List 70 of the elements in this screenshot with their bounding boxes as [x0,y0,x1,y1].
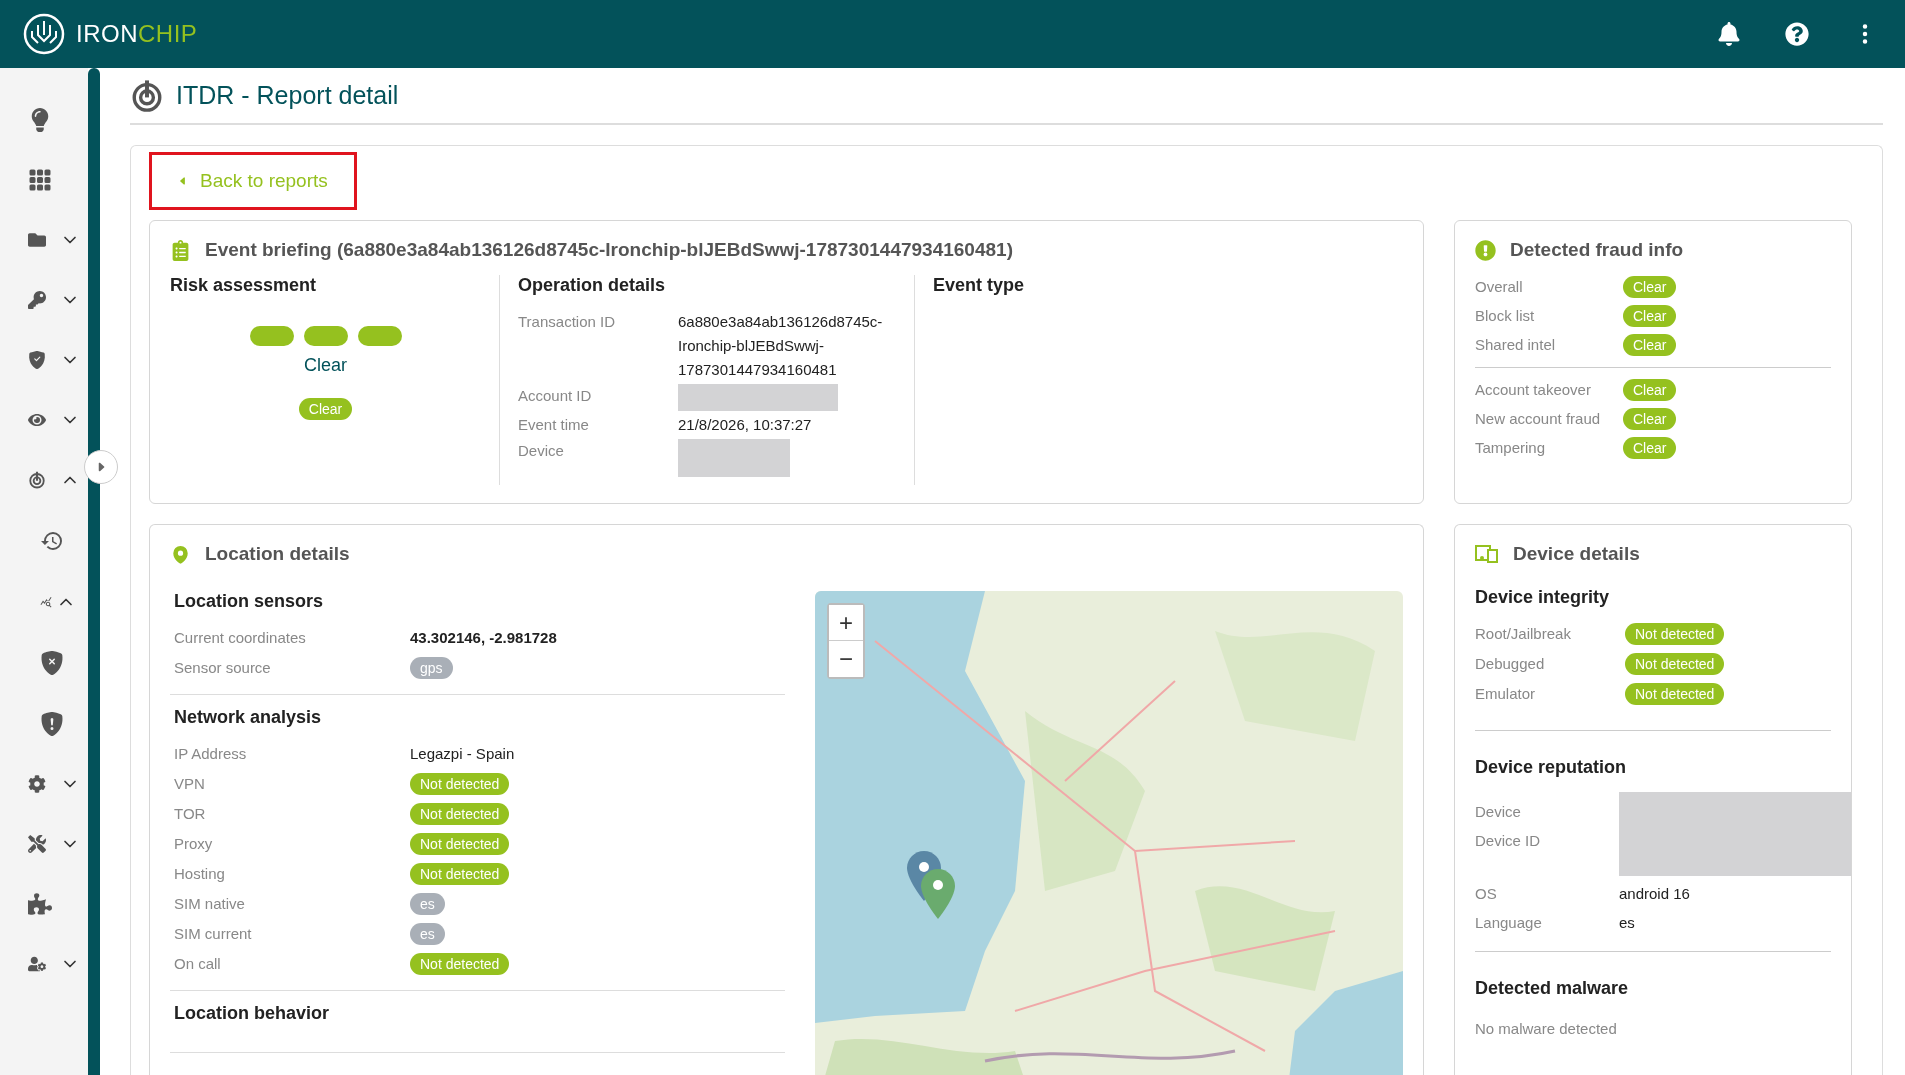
field-label: Language [1475,913,1543,933]
field-label: Device [518,441,565,461]
field-label: TOR [174,804,207,824]
status-badge: Not detected [1625,653,1725,675]
field-label: Hosting [174,864,226,884]
value-text: 6a880e3a84ab136126d8745c-Ironchip-blJEBdSwwj-1787301447934160481 [678,312,884,380]
field-label: Root/Jailbreak [1475,624,1572,644]
field-label: Device [1475,802,1522,822]
section-heading: Device reputation [1475,757,1628,778]
section-heading: Location sensors [174,591,325,612]
status-badge: Not detected [410,773,510,795]
empty-message: No malware detected [1475,1019,1618,1039]
status-badge: Not detected [410,863,510,885]
field-label: SIM native [174,894,246,914]
page-title: ITDR - Report detail [176,81,399,110]
section-heading: Risk assessment [170,275,318,296]
status-badge: Clear [1623,379,1677,401]
field-label: Transaction ID [518,312,616,332]
status-badge: Clear [298,398,353,420]
field-label: OS [1475,884,1498,904]
value-text: android 16 [1619,884,1691,904]
status-badge: Clear [1623,437,1677,459]
field-label: Sensor source [174,658,272,678]
tag-badge: gps [410,657,453,679]
field-label: IP Address [174,744,248,764]
field-label: SIM current [174,924,253,944]
field-label: Account takeover [1475,380,1592,400]
field-label: Current coordinates [174,628,307,648]
field-label: VPN [174,774,206,794]
section-heading: Detected malware [1475,978,1630,999]
brand-name-accent: CHIP [138,20,198,48]
status-badge: Not detected [1625,623,1725,645]
status-badge: Not detected [410,953,510,975]
value-text: 21/8/2026, 10:37:27 [678,415,813,435]
status-badge: Not detected [410,833,510,855]
value-text: Legazpi - Spain [410,744,516,764]
card-title: Detected fraud info [1510,239,1684,261]
section-heading: Location behavior [174,1003,331,1024]
field-label: Tampering [1475,438,1547,458]
field-label: Block list [1475,306,1536,326]
field-label: Device ID [1475,831,1542,851]
section-heading: Operation details [518,275,667,296]
field-label: Event time [518,415,590,435]
status-badge: Clear [1623,305,1677,327]
card-title: Location details [205,543,350,565]
status-badge: Not detected [1625,683,1725,705]
section-heading: Device integrity [1475,587,1611,608]
card-title: Device details [1513,543,1640,565]
brand-name: IRON [76,20,138,48]
field-label: New account fraud [1475,409,1602,429]
section-heading: Network analysis [174,707,323,728]
status-badge: Clear [1623,276,1677,298]
risk-label: Clear [303,355,348,376]
value-text: 43.302146, -2.981728 [410,628,558,648]
status-badge: Clear [1623,408,1677,430]
status-badge: Clear [1623,334,1677,356]
field-label: Emulator [1475,684,1537,704]
tag-badge: es [410,893,445,915]
field-label: Debugged [1475,654,1546,674]
field-label: Account ID [518,386,593,406]
field-label: Overall [1475,277,1524,297]
status-badge: Not detected [410,803,510,825]
zoom-in-button[interactable]: + [829,605,863,641]
field-label: Proxy [174,834,214,854]
tag-badge: es [410,923,445,945]
value-text: es [1619,913,1636,933]
section-heading: Event type [933,275,1026,296]
field-label: On call [174,954,222,974]
field-label: Shared intel [1475,335,1557,355]
card-title: Event briefing (6a880e3a84ab136126d8745c-Ironchip-blJEBdSwwj-1787301447934160481) [205,239,1013,261]
